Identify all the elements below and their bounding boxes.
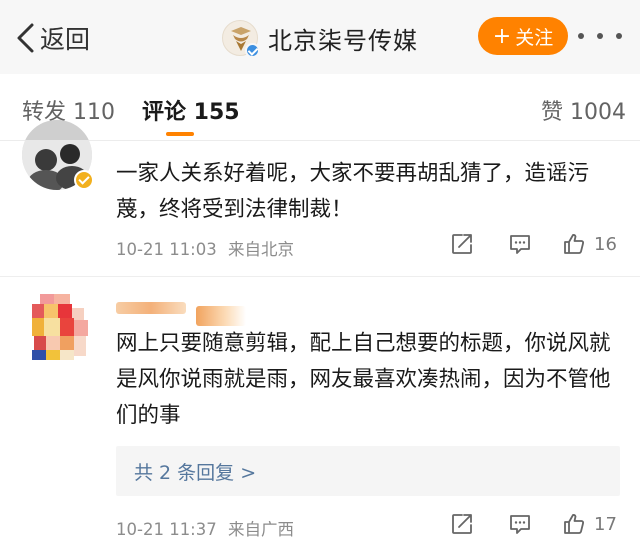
share-icon[interactable] bbox=[450, 232, 474, 256]
thumbs-up-icon[interactable] bbox=[562, 232, 586, 256]
dot bbox=[616, 33, 622, 39]
avatar-pixel bbox=[34, 336, 46, 350]
redacted-username bbox=[116, 302, 186, 314]
comment-text: 一家人关系好着呢，大家不要再胡乱猜了，造谣污蔑，终将受到法律制裁！ bbox=[116, 161, 590, 222]
tab-bar: 转发 110 评论 155 赞 1004 bbox=[0, 74, 640, 140]
redacted-badge bbox=[196, 306, 246, 326]
avatar-pixel bbox=[74, 320, 88, 336]
plus-icon: + bbox=[492, 23, 512, 49]
like-count: 16 bbox=[594, 233, 617, 255]
gold-verified-icon bbox=[74, 170, 94, 190]
replies-label: 共 2 条回复 > bbox=[134, 462, 257, 484]
follow-label: 关注 bbox=[515, 26, 554, 49]
avatar-pixel bbox=[32, 318, 44, 336]
thumbs-up-icon[interactable] bbox=[562, 512, 586, 536]
tab-comment[interactable]: 评论 155 bbox=[142, 94, 240, 126]
avatar-pixel bbox=[44, 304, 58, 318]
divider bbox=[0, 140, 640, 141]
avatar-pixel bbox=[32, 304, 44, 318]
follow-button[interactable]: + 关注 bbox=[478, 17, 568, 55]
back-button[interactable]: 返回 bbox=[14, 18, 90, 58]
comment-actions: 16 bbox=[450, 232, 617, 256]
commenter-avatar-pixelated[interactable] bbox=[32, 294, 92, 362]
dot bbox=[578, 33, 584, 39]
comment-time: 10-21 11:03 bbox=[116, 240, 217, 259]
comment-actions: 17 bbox=[450, 512, 617, 536]
comment-meta: 10-21 11:37 来自广西 bbox=[116, 516, 294, 540]
divider bbox=[0, 276, 640, 277]
avatar-pixel bbox=[58, 304, 72, 318]
avatar-pixel bbox=[60, 318, 74, 336]
share-icon[interactable] bbox=[450, 512, 474, 536]
account-header[interactable]: 北京柒号传媒 bbox=[222, 18, 418, 58]
tab-like[interactable]: 赞 1004 bbox=[541, 94, 626, 126]
top-bar: 返回 北京柒号传媒 + 关注 bbox=[0, 0, 640, 74]
avatar-pixel bbox=[32, 350, 46, 360]
comment-time: 10-21 11:37 bbox=[116, 520, 217, 539]
comment-text: 网上只要随意剪辑，配上自己想要的标题，你说风就是风你说雨就是雨，网友最喜欢凑热闹… bbox=[116, 331, 611, 428]
avatar-pixel bbox=[60, 336, 74, 350]
replies-link[interactable]: 共 2 条回复 > bbox=[116, 446, 620, 496]
comment-icon[interactable] bbox=[508, 512, 532, 536]
chevron-left-icon bbox=[17, 23, 34, 53]
avatar-pixel bbox=[74, 336, 86, 356]
dot bbox=[597, 33, 603, 39]
like-count: 17 bbox=[594, 513, 617, 535]
comment-location: 来自北京 bbox=[228, 240, 294, 259]
avatar-pixel bbox=[46, 350, 60, 360]
avatar-pixel bbox=[60, 350, 74, 360]
comment-location: 来自广西 bbox=[228, 520, 294, 539]
avatar-pixel bbox=[44, 318, 60, 336]
back-label: 返回 bbox=[40, 25, 91, 54]
active-tab-indicator bbox=[166, 132, 194, 136]
avatar-pixel bbox=[46, 336, 60, 350]
avatar-pixel bbox=[40, 294, 54, 304]
account-name: 北京柒号传媒 bbox=[268, 26, 418, 55]
verified-badge-icon bbox=[245, 43, 260, 58]
avatar-pixel bbox=[54, 294, 70, 304]
account-avatar[interactable] bbox=[222, 20, 260, 58]
comment-icon[interactable] bbox=[508, 232, 532, 256]
comment-meta: 10-21 11:03 来自北京 bbox=[116, 236, 294, 260]
more-dots-icon[interactable] bbox=[578, 26, 622, 46]
